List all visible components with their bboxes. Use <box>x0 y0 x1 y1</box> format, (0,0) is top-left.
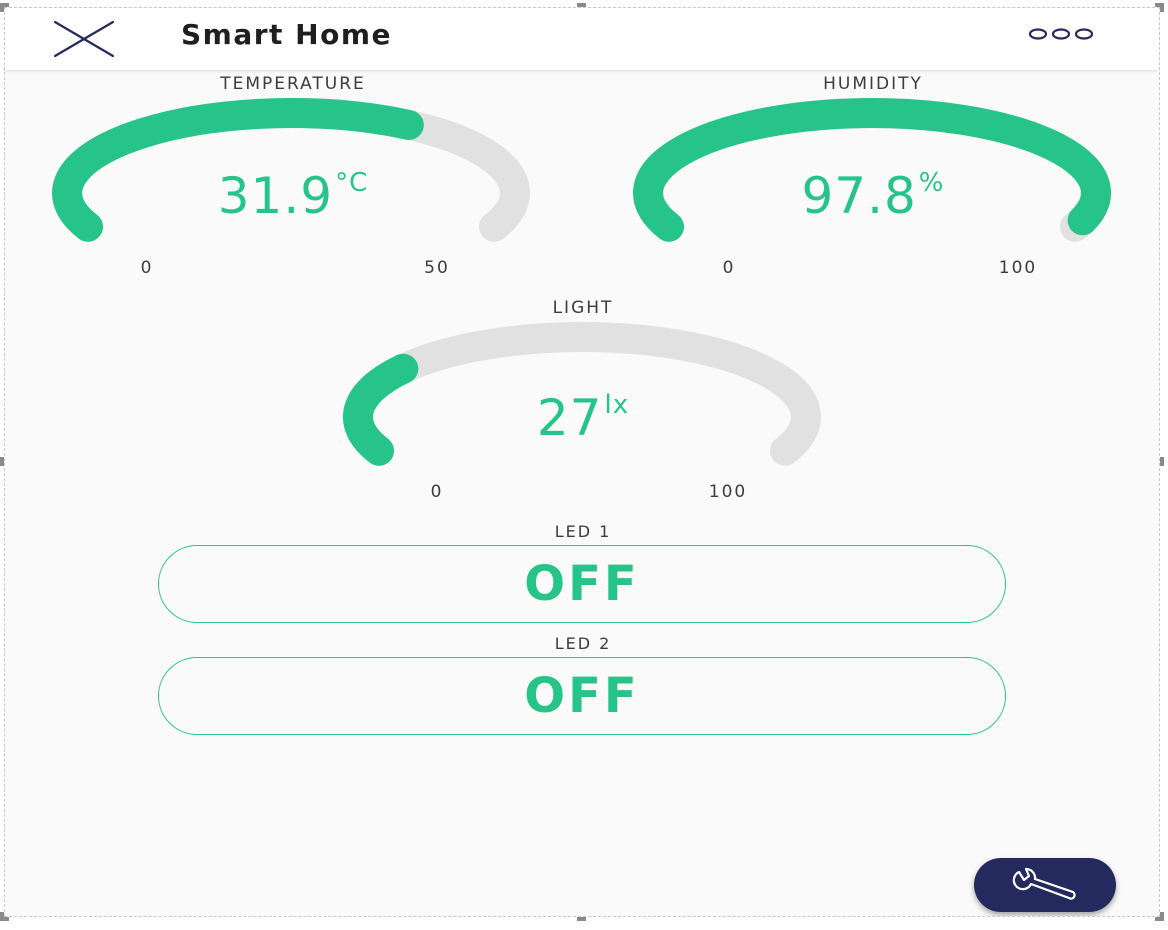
light-min-label: 0 <box>430 482 444 502</box>
app-screen: Smart Home TEMPERATURE 31.9°C 0 50 HUMID… <box>4 7 1160 917</box>
wrench-icon <box>1012 867 1076 900</box>
led-2-label: LED 2 <box>554 634 612 653</box>
light-unit: lx <box>604 390 630 420</box>
led-1-toggle-button[interactable]: OFF <box>158 545 1006 623</box>
light-value: 27lx <box>383 392 783 443</box>
led-1-label: LED 1 <box>554 522 612 541</box>
settings-fab-button[interactable] <box>974 858 1116 912</box>
light-max-label: 100 <box>708 482 748 502</box>
light-gauge <box>342 322 821 466</box>
led-2-toggle-button[interactable]: OFF <box>158 657 1006 735</box>
light-value-number: 27 <box>536 389 603 447</box>
